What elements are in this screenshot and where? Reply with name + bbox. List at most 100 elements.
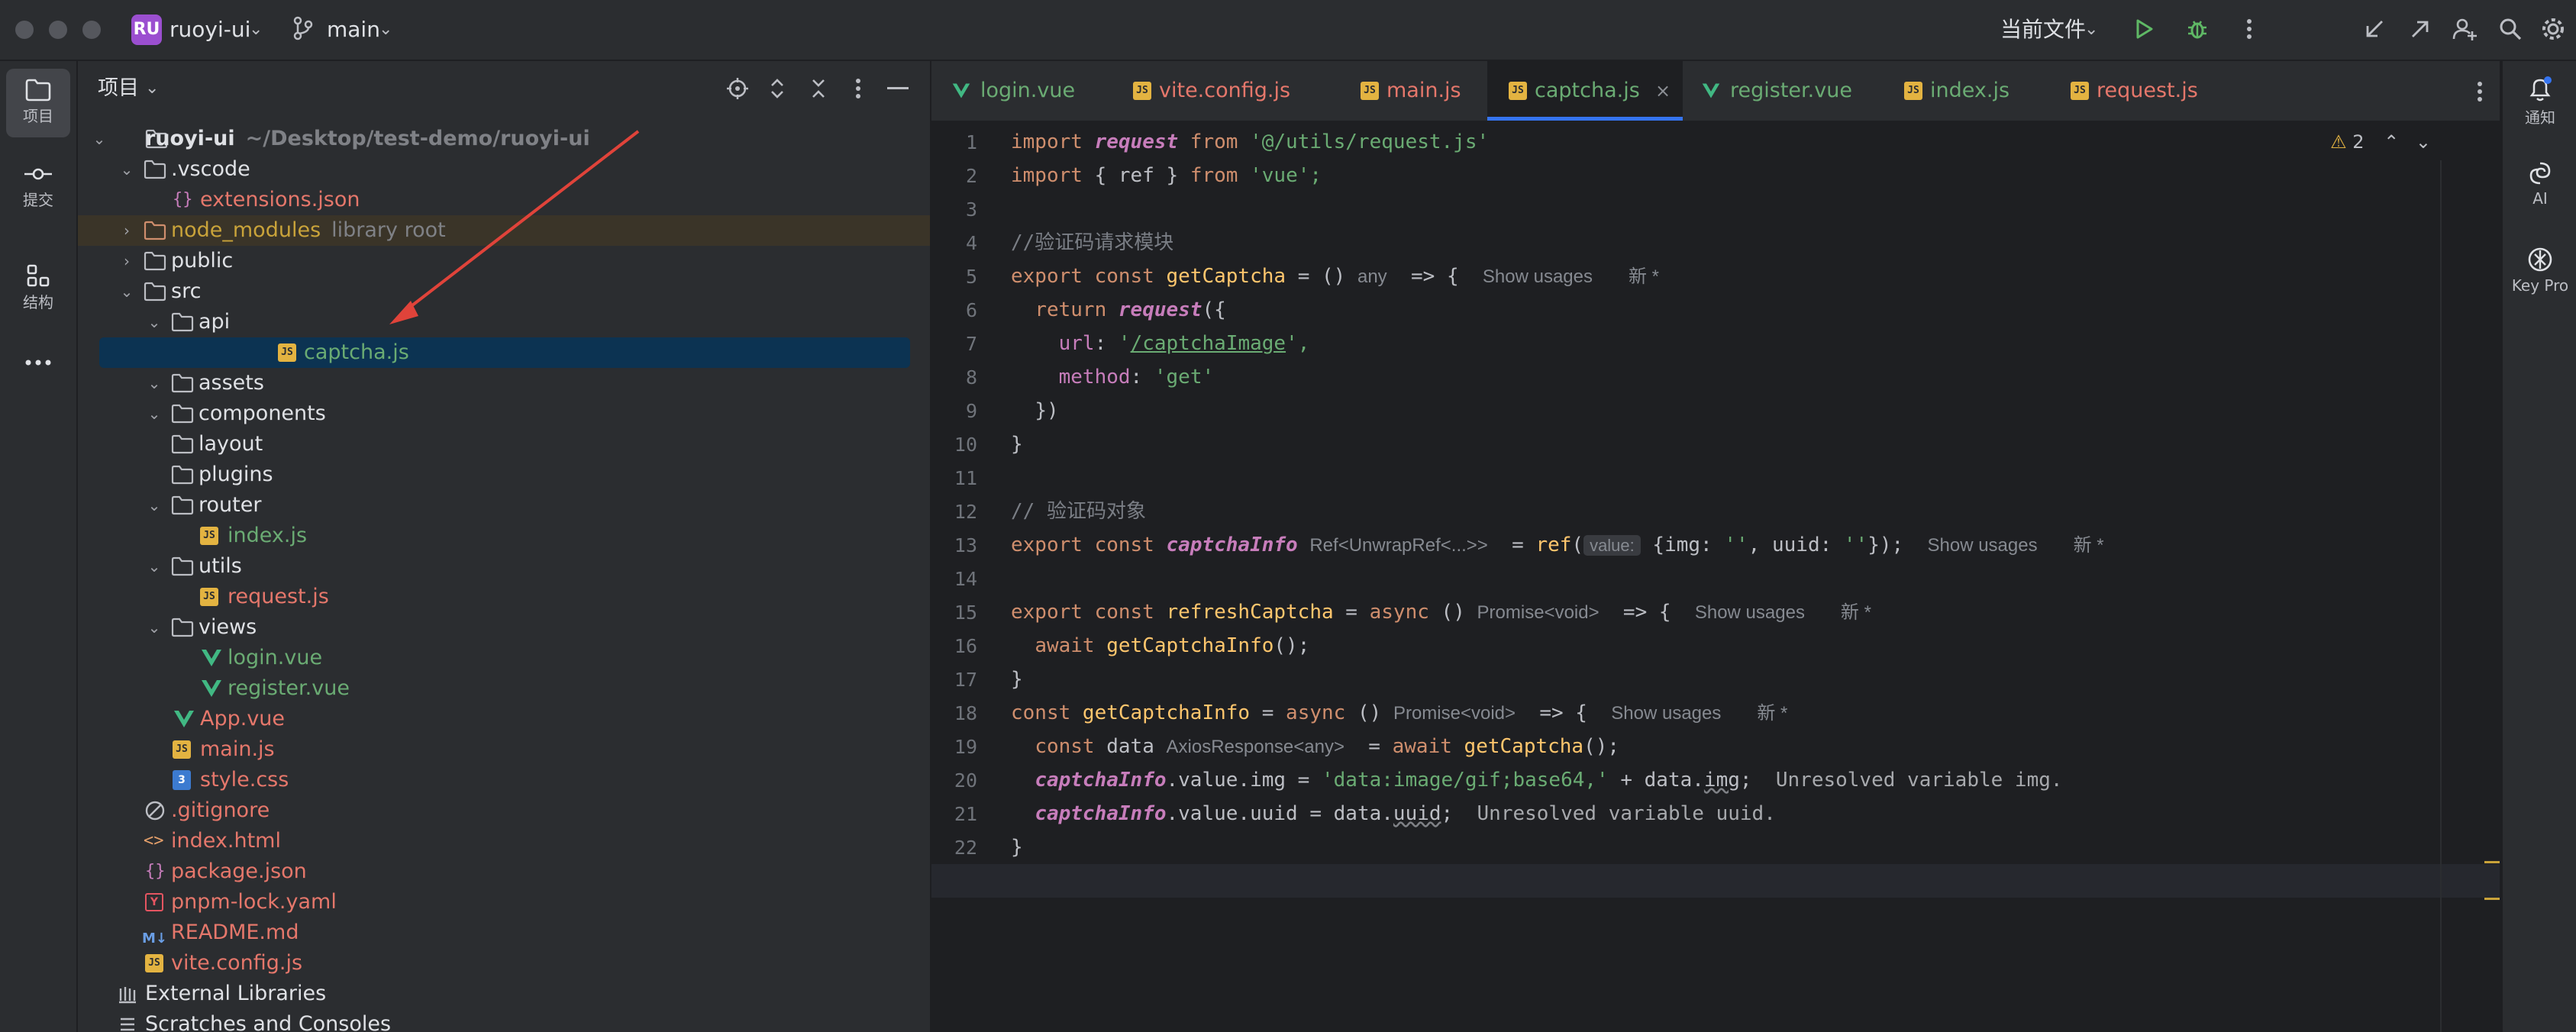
chevron-down-icon[interactable]: ⌄ bbox=[379, 15, 392, 44]
folder-icon bbox=[171, 404, 194, 424]
line-number: 20 bbox=[954, 769, 977, 792]
add-user-icon[interactable] bbox=[2448, 12, 2481, 46]
tree-item-file[interactable]: register.vue bbox=[78, 673, 930, 704]
tree-item-file[interactable]: JS vite.config.js bbox=[78, 948, 930, 979]
commit-tool-button[interactable]: 提交 bbox=[6, 153, 70, 221]
window-zoom-button[interactable] bbox=[82, 21, 101, 39]
chevron-down-icon[interactable]: ⌄ bbox=[145, 490, 163, 521]
tree-item-file[interactable]: {} package.json bbox=[78, 856, 930, 887]
collapse-all-icon[interactable] bbox=[805, 75, 832, 102]
chevron-down-icon[interactable]: ⌄ bbox=[249, 15, 263, 44]
branch-name[interactable]: main bbox=[327, 15, 380, 44]
warning-stripe-marker[interactable] bbox=[2484, 898, 2500, 900]
project-name[interactable]: ruoyi-ui bbox=[169, 15, 250, 44]
tab-vite-config-js[interactable]: JS vite.config.js bbox=[1112, 61, 1330, 121]
tree-item-folder[interactable]: ⌄ router bbox=[78, 490, 930, 521]
tree-item-folder[interactable]: ⌄ assets bbox=[78, 368, 930, 398]
tree-item-folder[interactable]: › public bbox=[78, 246, 930, 276]
js-file-icon: JS bbox=[2071, 82, 2089, 100]
chevron-down-icon[interactable]: ⌄ bbox=[145, 612, 163, 643]
tree-item-file[interactable]: .gitignore bbox=[78, 795, 930, 826]
tree-item-folder[interactable]: ⌄ utils bbox=[78, 551, 930, 582]
chevron-right-icon[interactable]: › bbox=[118, 215, 136, 246]
git-branch-icon[interactable] bbox=[292, 15, 319, 44]
chevron-down-icon[interactable]: ⌄ bbox=[118, 276, 136, 307]
tab-captcha-js[interactable]: JS captcha.js × bbox=[1487, 61, 1683, 121]
panel-title[interactable]: 项目 bbox=[98, 75, 139, 102]
more-tools-button[interactable] bbox=[6, 343, 70, 382]
chevron-up-icon[interactable]: ⌃ bbox=[2384, 131, 2399, 153]
tree-item-folder[interactable]: ⌄ .vscode bbox=[78, 154, 930, 185]
tree-item-file[interactable]: M↓ README.md bbox=[78, 918, 930, 948]
tree-item-scratches[interactable]: Scratches and Consoles bbox=[78, 1009, 930, 1032]
chevron-down-icon[interactable]: ⌄ bbox=[118, 154, 136, 185]
locate-icon[interactable] bbox=[724, 75, 751, 102]
tree-item-folder[interactable]: ⌄ src bbox=[78, 276, 930, 307]
chevron-right-icon[interactable]: › bbox=[118, 246, 136, 276]
notifications-button[interactable]: 通知 bbox=[2503, 75, 2576, 127]
tree-item-folder[interactable]: ⌄ views bbox=[78, 612, 930, 643]
tree-item-file-selected[interactable]: JS captcha.js bbox=[99, 337, 910, 368]
right-margin-guide bbox=[2440, 160, 2442, 1032]
chevron-down-icon[interactable]: ⌄ bbox=[145, 398, 163, 429]
more-icon[interactable] bbox=[2232, 12, 2266, 46]
html-file-icon: <> bbox=[144, 831, 164, 850]
tree-item-file[interactable]: 3 style.css bbox=[78, 765, 930, 795]
tree-item-folder[interactable]: ⌄ components bbox=[78, 398, 930, 429]
debug-icon[interactable] bbox=[2181, 12, 2214, 46]
vue-file-icon bbox=[952, 83, 970, 98]
tree-item-folder[interactable]: › node_modules library root bbox=[78, 215, 930, 246]
vcs-push-icon[interactable] bbox=[2403, 12, 2437, 46]
tab-login-vue[interactable]: login.vue bbox=[931, 61, 1112, 121]
window-minimize-button[interactable] bbox=[49, 21, 67, 39]
tree-item-label: style.css bbox=[200, 768, 289, 792]
warning-stripe-marker[interactable] bbox=[2484, 861, 2500, 863]
ai-icon bbox=[2529, 162, 2551, 185]
chevron-down-icon[interactable]: ⌄ bbox=[145, 551, 163, 582]
tree-item-file[interactable]: JS request.js bbox=[78, 582, 930, 612]
tree-item-label: Scratches and Consoles bbox=[145, 1012, 392, 1032]
project-badge[interactable]: RU bbox=[131, 15, 162, 45]
tree-item-folder[interactable]: layout bbox=[78, 429, 930, 460]
chevron-down-icon[interactable]: ⌄ bbox=[90, 124, 108, 154]
tree-item-folder[interactable]: ⌄ api bbox=[78, 307, 930, 337]
search-icon[interactable] bbox=[2494, 12, 2527, 46]
tree-item-file[interactable]: {} extensions.json bbox=[78, 185, 930, 215]
yaml-file-icon: Y bbox=[145, 893, 163, 911]
tree-item-root[interactable]: ⌄ ruoyi-ui ~/Desktop/test-demo/ruoyi-ui bbox=[78, 124, 930, 154]
chevron-down-icon[interactable]: ⌄ bbox=[145, 75, 159, 102]
line-number: 11 bbox=[954, 467, 977, 489]
tree-item-file[interactable]: Y pnpm-lock.yaml bbox=[78, 887, 930, 918]
close-icon[interactable]: × bbox=[1655, 61, 1671, 121]
tree-item-external-libraries[interactable]: External Libraries bbox=[78, 979, 930, 1009]
tabs-more-icon[interactable] bbox=[2466, 61, 2497, 121]
chevron-down-icon[interactable]: ⌄ bbox=[145, 368, 163, 398]
chevron-down-icon[interactable]: ⌄ bbox=[145, 307, 163, 337]
vcs-update-icon[interactable] bbox=[2358, 12, 2391, 46]
tab-register-vue[interactable]: register.vue bbox=[1683, 61, 1884, 121]
tab-index-js[interactable]: JS index.js bbox=[1884, 61, 2045, 121]
inspection-widget[interactable]: ⚠ 2 ⌃ ⌄ bbox=[2330, 131, 2431, 153]
window-close-button[interactable] bbox=[15, 21, 34, 39]
tree-item-folder[interactable]: plugins bbox=[78, 460, 930, 490]
tree-item-file[interactable]: App.vue bbox=[78, 704, 930, 734]
settings-icon[interactable] bbox=[2536, 12, 2570, 46]
tree-item-file[interactable]: <> index.html bbox=[78, 826, 930, 856]
more-icon[interactable] bbox=[844, 75, 872, 102]
tree-item-label: vite.config.js bbox=[171, 951, 303, 975]
run-icon[interactable] bbox=[2127, 12, 2161, 46]
chevron-down-icon[interactable]: ⌄ bbox=[2416, 131, 2431, 153]
minimize-panel-icon[interactable] bbox=[884, 75, 912, 102]
ai-assistant-button[interactable]: AI bbox=[2503, 160, 2576, 208]
tree-item-file[interactable]: login.vue bbox=[78, 643, 930, 673]
tree-item-file[interactable]: JS index.js bbox=[78, 521, 930, 551]
structure-tool-button[interactable]: 结构 bbox=[6, 253, 70, 322]
key-promoter-button[interactable]: Key Pro bbox=[2503, 246, 2576, 295]
tree-item-file[interactable]: JS main.js bbox=[78, 734, 930, 765]
tab-request-js[interactable]: JS request.js bbox=[2045, 61, 2235, 121]
chevron-down-icon[interactable]: ⌄ bbox=[2084, 15, 2098, 44]
expand-all-icon[interactable] bbox=[763, 75, 791, 102]
tab-main-js[interactable]: JS main.js bbox=[1330, 61, 1487, 121]
project-tool-button[interactable]: 项目 bbox=[6, 69, 70, 137]
run-configuration-select[interactable]: 当前文件 bbox=[2000, 15, 2086, 44]
